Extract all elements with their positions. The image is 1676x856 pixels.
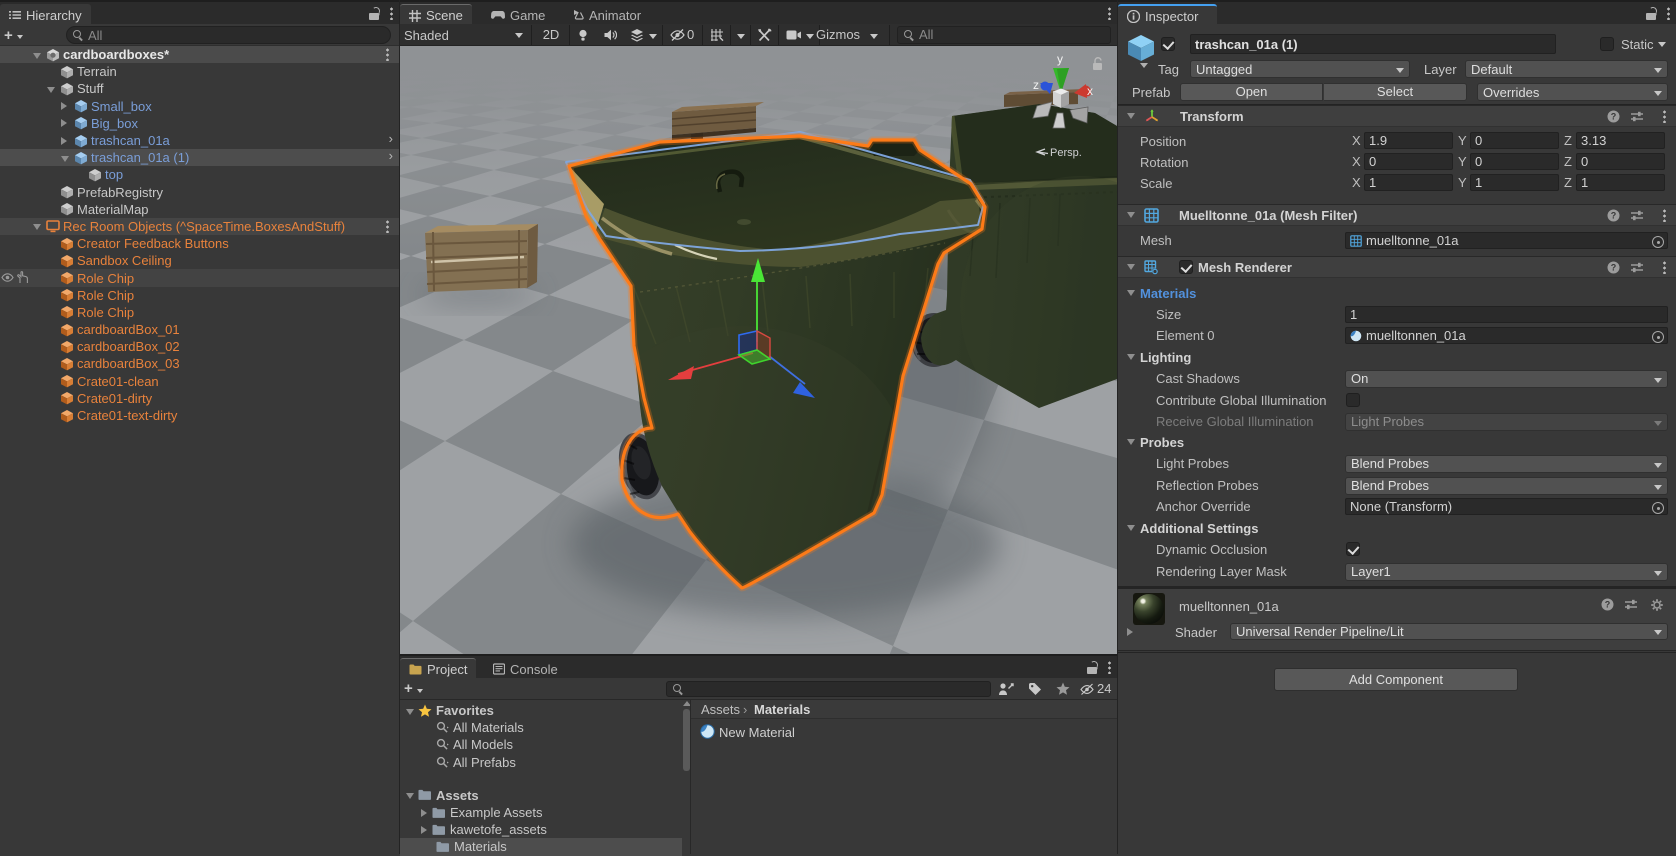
- svg-text:?: ?: [1611, 112, 1617, 122]
- svg-text:?: ?: [1611, 263, 1617, 273]
- svg-text:Persp.: Persp.: [1050, 147, 1082, 159]
- svg-text:y: y: [1057, 52, 1063, 66]
- svg-text:z: z: [1033, 78, 1039, 92]
- svg-text:?: ?: [1605, 600, 1611, 610]
- svg-text:x: x: [1087, 84, 1093, 98]
- svg-text:?: ?: [1611, 211, 1617, 221]
